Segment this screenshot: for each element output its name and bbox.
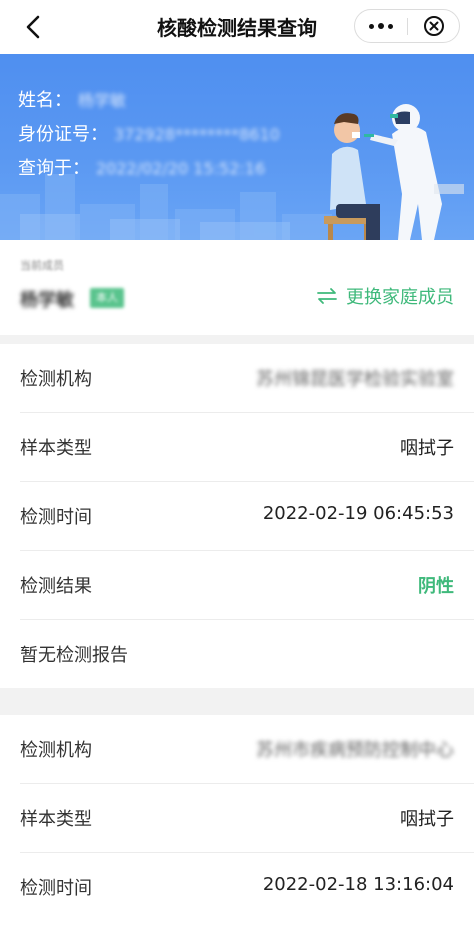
mini-program-capsule — [354, 9, 460, 43]
sample-type-label: 样本类型 — [20, 438, 92, 459]
member-name: 杨学敏 — [20, 290, 74, 311]
test-time-value: 2022-02-18 13:16:04 — [262, 874, 454, 895]
id-value: 372928********8610 — [114, 125, 280, 144]
test-time-label: 检测时间 — [20, 878, 92, 899]
test-time-row: 检测时间 2022-02-18 13:16:04 — [20, 853, 474, 922]
swap-arrows-icon — [317, 288, 337, 304]
current-member-section: 当前成员 杨学敏 本人 更换家庭成员 — [0, 240, 474, 335]
test-result-label: 检测结果 — [20, 576, 92, 597]
sample-type-value: 咽拭子 — [400, 438, 454, 459]
current-member-label: 当前成员 — [20, 259, 64, 272]
swab-test-illustration — [324, 104, 464, 240]
switch-family-member-button[interactable]: 更换家庭成员 — [316, 283, 454, 309]
test-time-value: 2022-02-19 06:45:53 — [262, 503, 454, 524]
member-tag-badge: 本人 — [90, 288, 124, 308]
id-row: 身份证号： 372928********8610 — [18, 118, 280, 152]
sample-type-label: 样本类型 — [20, 809, 92, 830]
institution-value: 苏州锦昆医学检验实验室 — [256, 369, 454, 390]
test-time-row: 检测时间 2022-02-19 06:45:53 — [20, 482, 474, 551]
sample-type-row: 样本类型 咽拭子 — [20, 784, 474, 853]
query-time-label: 查询于： — [18, 158, 90, 179]
query-time-row: 查询于： 2022/02/20 15:52:16 — [18, 152, 280, 186]
institution-label: 检测机构 — [20, 369, 92, 390]
close-circle-icon[interactable] — [408, 10, 460, 42]
name-value: 杨学敏 — [78, 91, 127, 110]
name-label: 姓名： — [18, 90, 72, 111]
test-record-card: 检测机构 苏州市疾病预防控制中心 样本类型 咽拭子 检测时间 2022-02-1… — [0, 715, 474, 934]
test-time-label: 检测时间 — [20, 507, 92, 528]
id-label: 身份证号： — [18, 124, 108, 145]
institution-label: 检测机构 — [20, 740, 92, 761]
institution-value: 苏州市疾病预防控制中心 — [256, 740, 454, 761]
query-time-value: 2022/02/20 15:52:16 — [96, 159, 266, 178]
more-dots-icon[interactable] — [355, 10, 407, 42]
no-report-label: 暂无检测报告 — [20, 645, 128, 666]
institution-row: 检测机构 苏州市疾病预防控制中心 — [20, 715, 474, 784]
test-result-value: 阴性 — [418, 576, 454, 597]
test-result-row: 检测结果 阴性 — [20, 551, 474, 620]
institution-row: 检测机构 苏州锦昆医学检验实验室 — [20, 344, 474, 413]
sample-type-value: 咽拭子 — [400, 809, 454, 830]
test-record-card: 检测机构 苏州锦昆医学检验实验室 样本类型 咽拭子 检测时间 2022-02-1… — [0, 344, 474, 688]
name-row: 姓名： 杨学敏 — [18, 84, 280, 118]
switch-family-member-label: 更换家庭成员 — [346, 287, 454, 308]
sample-type-row: 样本类型 咽拭子 — [20, 413, 474, 482]
nav-bar: 核酸检测结果查询 — [0, 0, 474, 54]
user-info-banner: 姓名： 杨学敏 身份证号： 372928********8610 查询于： 20… — [0, 54, 474, 240]
user-info: 姓名： 杨学敏 身份证号： 372928********8610 查询于： 20… — [18, 84, 280, 186]
report-row: 暂无检测报告 — [20, 620, 474, 689]
